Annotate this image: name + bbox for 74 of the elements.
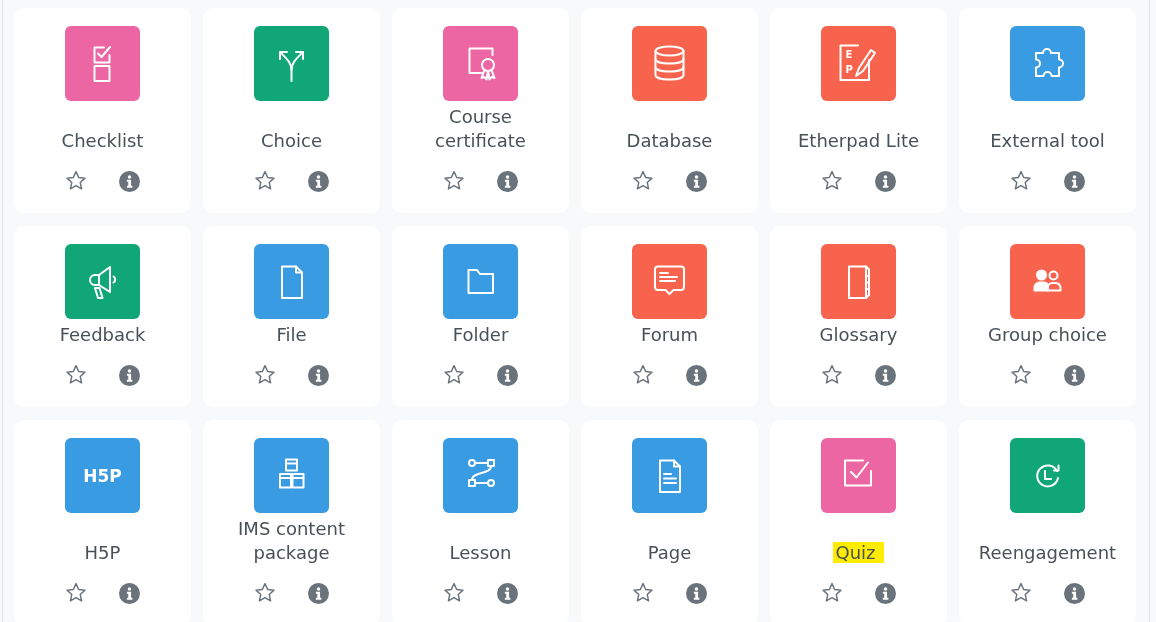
activity-card[interactable]: H5P H5P [14, 420, 191, 622]
star-icon[interactable] [65, 582, 87, 604]
star-icon[interactable] [1010, 170, 1032, 192]
activity-card[interactable]: IMS content package [203, 420, 380, 622]
activity-card[interactable]: Course certificate [392, 8, 569, 213]
star-icon[interactable] [1010, 582, 1032, 604]
activity-name: Feedback [59, 324, 146, 345]
activity-card[interactable]: Feedback [14, 226, 191, 407]
activity-card[interactable]: File [203, 226, 380, 407]
info-icon[interactable] [119, 582, 140, 604]
activity-name: Database [626, 130, 713, 151]
activity-name: Quiz [833, 542, 884, 563]
star-icon[interactable] [632, 170, 654, 192]
info-icon[interactable] [875, 582, 896, 604]
star-icon[interactable] [254, 364, 276, 386]
info-icon[interactable] [497, 170, 518, 192]
activity-name: IMS content package [238, 518, 345, 563]
activity-name: File [276, 324, 307, 345]
star-icon[interactable] [632, 364, 654, 386]
star-icon[interactable] [443, 364, 465, 386]
activity-name: Forum [640, 324, 699, 345]
star-icon[interactable] [254, 582, 276, 604]
activity-name: Folder [452, 324, 509, 345]
activity-name: Course certificate [435, 106, 526, 151]
info-icon[interactable] [686, 582, 707, 604]
info-icon[interactable] [497, 364, 518, 386]
info-icon[interactable] [119, 170, 140, 192]
activity-name: Checklist [61, 130, 144, 151]
activity-card[interactable]: Lesson [392, 420, 569, 622]
activity-card[interactable]: External tool [959, 8, 1136, 213]
activity-card[interactable]: Forum [581, 226, 758, 407]
activity-card[interactable]: Reengagement [959, 420, 1136, 622]
info-icon[interactable] [308, 170, 329, 192]
activity-card[interactable]: E P Etherpad Lite [770, 8, 947, 213]
info-icon[interactable] [119, 364, 140, 386]
star-icon[interactable] [443, 170, 465, 192]
h5p-logo-icon: H5P [65, 438, 140, 513]
info-icon[interactable] [497, 582, 518, 604]
activity-name: Choice [261, 130, 322, 151]
activity-card[interactable]: Quiz [770, 420, 947, 622]
star-icon[interactable] [65, 170, 87, 192]
info-icon[interactable] [1064, 364, 1085, 386]
info-icon[interactable] [875, 170, 896, 192]
activity-name: Glossary [819, 324, 898, 345]
activity-name: Page [647, 542, 692, 563]
activity-card[interactable]: Folder [392, 226, 569, 407]
star-icon[interactable] [821, 364, 843, 386]
activity-card[interactable]: Choice [203, 8, 380, 213]
star-icon[interactable] [821, 170, 843, 192]
activity-name: Etherpad Lite [797, 130, 920, 151]
activity-card[interactable]: Database [581, 8, 758, 213]
activity-name: Group choice [988, 324, 1107, 345]
activity-card[interactable]: Checklist [14, 8, 191, 213]
star-icon[interactable] [821, 582, 843, 604]
info-icon[interactable] [1064, 170, 1085, 192]
star-icon[interactable] [1010, 364, 1032, 386]
info-icon[interactable] [1064, 582, 1085, 604]
activity-name: Lesson [449, 542, 512, 563]
star-icon[interactable] [254, 170, 276, 192]
star-icon[interactable] [443, 582, 465, 604]
activity-card[interactable]: Glossary [770, 226, 947, 407]
activity-name: Reengagement [978, 542, 1117, 563]
activity-name: H5P [84, 542, 121, 563]
info-icon[interactable] [686, 364, 707, 386]
info-icon[interactable] [686, 170, 707, 192]
activity-card[interactable]: Group choice [959, 226, 1136, 407]
star-icon[interactable] [65, 364, 87, 386]
star-icon[interactable] [632, 582, 654, 604]
activity-card[interactable]: Page [581, 420, 758, 622]
info-icon[interactable] [308, 364, 329, 386]
info-icon[interactable] [308, 582, 329, 604]
document-pencil-icon: E P [821, 26, 896, 101]
activity-name: External tool [990, 130, 1105, 151]
info-icon[interactable] [875, 364, 896, 386]
